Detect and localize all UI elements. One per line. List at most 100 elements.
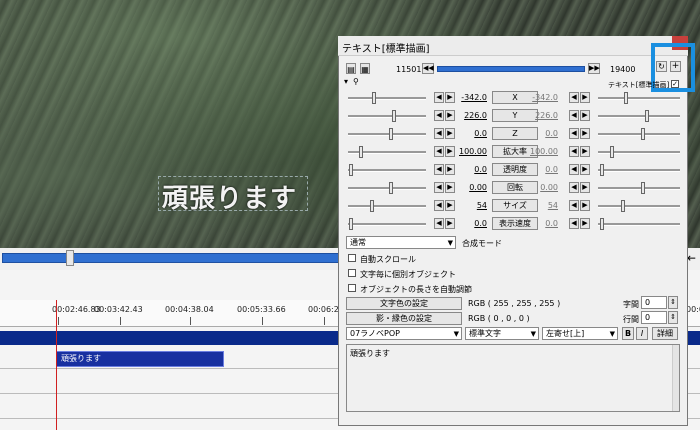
param-slider-left-thumb[interactable]	[370, 200, 374, 212]
text-content-input[interactable]: 頑張ります	[346, 344, 680, 412]
param-slider-right-thumb[interactable]	[645, 110, 649, 122]
param-left-value[interactable]: 226.0	[455, 111, 487, 120]
increment-left-icon[interactable]: ▶	[445, 146, 455, 157]
decrement-right-icon[interactable]: ◀	[569, 182, 579, 193]
param-slider-left-track[interactable]	[348, 169, 426, 172]
decrement-left-icon[interactable]: ◀	[434, 218, 444, 229]
decrement-right-icon[interactable]: ◀	[569, 92, 579, 103]
param-left-value[interactable]: 0.00	[455, 183, 487, 192]
param-slider-left-thumb[interactable]	[392, 110, 396, 122]
param-slider-right-track[interactable]	[598, 205, 680, 208]
param-slider-right-track[interactable]	[598, 97, 680, 100]
layer-icon[interactable]: ▤	[346, 63, 356, 74]
text-scrollbar[interactable]	[672, 345, 679, 411]
param-slider-right-track[interactable]	[598, 187, 680, 190]
param-slider-right-thumb[interactable]	[600, 218, 604, 230]
param-left-value[interactable]: 0.0	[455, 165, 487, 174]
param-slider-right-track[interactable]	[598, 169, 680, 172]
param-slider-left-thumb[interactable]	[349, 218, 353, 230]
blend-mode-select[interactable]: 通常 ▼	[346, 236, 456, 249]
increment-left-icon[interactable]: ▶	[445, 92, 455, 103]
increment-right-icon[interactable]: ▶	[580, 182, 590, 193]
decrement-left-icon[interactable]: ◀	[434, 200, 444, 211]
decrement-right-icon[interactable]: ◀	[569, 146, 579, 157]
frame-range-bar[interactable]	[437, 66, 585, 72]
line-spacing-spinner[interactable]: ⇕	[668, 311, 678, 324]
param-slider-right-track[interactable]	[598, 133, 680, 136]
param-right-value[interactable]: 226.0	[526, 111, 558, 120]
char-spacing-input[interactable]: 0	[641, 296, 667, 309]
decrement-left-icon[interactable]: ◀	[434, 92, 444, 103]
decrement-left-icon[interactable]: ◀	[434, 164, 444, 175]
auto-length-checkbox[interactable]	[348, 284, 356, 292]
camera-icon[interactable]: ▦	[360, 63, 370, 74]
decrement-right-icon[interactable]: ◀	[569, 110, 579, 121]
param-left-value[interactable]: 0.0	[455, 129, 487, 138]
param-slider-right-thumb[interactable]	[610, 146, 614, 158]
param-slider-left-thumb[interactable]	[372, 92, 376, 104]
increment-right-icon[interactable]: ▶	[580, 128, 590, 139]
param-slider-left-thumb[interactable]	[349, 164, 353, 176]
decrement-left-icon[interactable]: ◀	[434, 128, 444, 139]
param-slider-right-thumb[interactable]	[641, 182, 645, 194]
param-slider-left-thumb[interactable]	[359, 146, 363, 158]
bold-button[interactable]: B	[622, 327, 634, 340]
param-right-value[interactable]: 0.0	[526, 219, 558, 228]
font-select[interactable]: 07ラノベPOP ▼	[346, 327, 462, 340]
param-slider-right-thumb[interactable]	[600, 164, 604, 176]
shadow-color-button[interactable]: 影・縁色の設定	[346, 312, 462, 325]
char-spacing-spinner[interactable]: ⇕	[668, 296, 678, 309]
param-left-value[interactable]: 0.0	[455, 219, 487, 228]
collapse-icon[interactable]: ▾	[344, 77, 348, 86]
param-right-value[interactable]: 0.00	[526, 183, 558, 192]
text-color-button[interactable]: 文字色の設定	[346, 297, 462, 310]
param-right-value[interactable]: -342.0	[526, 93, 558, 102]
param-slider-left-thumb[interactable]	[389, 128, 393, 140]
param-slider-right-thumb[interactable]	[621, 200, 625, 212]
decrement-right-icon[interactable]: ◀	[569, 200, 579, 211]
param-right-value[interactable]: 100.00	[526, 147, 558, 156]
increment-right-icon[interactable]: ▶	[580, 146, 590, 157]
increment-left-icon[interactable]: ▶	[445, 164, 455, 175]
increment-left-icon[interactable]: ▶	[445, 218, 455, 229]
seek-thumb[interactable]	[66, 250, 74, 266]
param-left-value[interactable]: 54	[455, 201, 487, 210]
playhead-cursor[interactable]	[56, 300, 57, 430]
text-style-select[interactable]: 標準文字 ▼	[465, 327, 539, 340]
decrement-left-icon[interactable]: ◀	[434, 110, 444, 121]
mouse-icon[interactable]: ⚲	[353, 77, 359, 86]
param-left-value[interactable]: 100.00	[455, 147, 487, 156]
increment-left-icon[interactable]: ▶	[445, 110, 455, 121]
param-slider-right-track[interactable]	[598, 115, 680, 118]
decrement-right-icon[interactable]: ◀	[569, 218, 579, 229]
decrement-left-icon[interactable]: ◀	[434, 146, 444, 157]
increment-left-icon[interactable]: ▶	[445, 182, 455, 193]
param-slider-left-track[interactable]	[348, 115, 426, 118]
increment-right-icon[interactable]: ▶	[580, 218, 590, 229]
param-slider-right-thumb[interactable]	[624, 92, 628, 104]
param-slider-left-track[interactable]	[348, 223, 426, 226]
param-slider-right-track[interactable]	[598, 223, 680, 226]
increment-right-icon[interactable]: ▶	[580, 164, 590, 175]
object-enable-checkbox[interactable]: ✓	[671, 80, 679, 88]
param-slider-left-thumb[interactable]	[389, 182, 393, 194]
increment-left-icon[interactable]: ▶	[445, 200, 455, 211]
param-right-value[interactable]: 0.0	[526, 129, 558, 138]
rewind-icon[interactable]: ◀◀	[422, 63, 434, 74]
param-right-value[interactable]: 0.0	[526, 165, 558, 174]
param-slider-left-track[interactable]	[348, 205, 426, 208]
param-slider-left-track[interactable]	[348, 97, 426, 100]
param-right-value[interactable]: 54	[526, 201, 558, 210]
timeline-text-clip[interactable]: 頑張ります	[56, 351, 224, 367]
increment-right-icon[interactable]: ▶	[580, 200, 590, 211]
increment-right-icon[interactable]: ▶	[580, 110, 590, 121]
decrement-right-icon[interactable]: ◀	[569, 164, 579, 175]
forward-icon[interactable]: ▶▶	[588, 63, 600, 74]
align-select[interactable]: 左寄せ[上] ▼	[542, 327, 618, 340]
detail-button[interactable]: 詳細	[652, 327, 678, 340]
param-left-value[interactable]: -342.0	[455, 93, 487, 102]
param-slider-left-track[interactable]	[348, 187, 426, 190]
param-slider-right-thumb[interactable]	[641, 128, 645, 140]
per-char-object-checkbox[interactable]	[348, 269, 356, 277]
decrement-right-icon[interactable]: ◀	[569, 128, 579, 139]
